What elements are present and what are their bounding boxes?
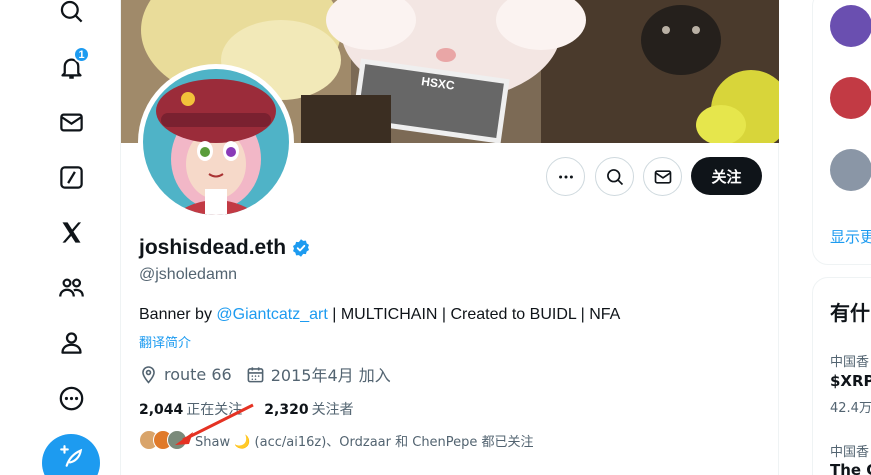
bio: Banner by @Giantcatz_art | MULTICHAIN | … [139, 306, 620, 324]
message-button[interactable] [643, 157, 682, 196]
trend-context: 中国香 [830, 445, 870, 460]
bio-suffix: | MULTICHAIN | Created to BUIDL | NFA [327, 306, 621, 323]
mail-icon [654, 169, 671, 184]
communities-nav-button[interactable] [52, 268, 90, 306]
profile-avatar[interactable] [138, 64, 294, 220]
search-profile-button[interactable] [595, 157, 634, 196]
trend-title[interactable]: $XRP [830, 372, 871, 390]
search-nav-button[interactable] [52, 0, 90, 30]
notifications-nav-button[interactable]: 1 [52, 46, 90, 86]
left-nav: 1 [0, 0, 120, 475]
followers-label: 关注者 [311, 402, 354, 418]
bio-prefix: Banner by [139, 306, 217, 323]
x-logo-icon [62, 221, 81, 243]
notification-badge: 1 [73, 46, 90, 63]
search-icon [606, 168, 623, 185]
location-pin-icon [142, 365, 155, 384]
right-sidebar: 显示更 有什 中国香 $XRP 42.4万 中国香 The C [779, 0, 871, 475]
calendar-icon [247, 366, 264, 382]
trend-context: 中国香 [830, 355, 870, 370]
joined-item: 2015年4月 加入 [246, 362, 391, 386]
more-nav-button[interactable] [52, 379, 90, 417]
mail-icon [59, 113, 83, 131]
grok-icon [59, 165, 83, 189]
x-premium-nav-button[interactable] [52, 213, 90, 251]
profile-column: HSXC 关注 joshisdead.eth @jsholedamn Banne… [120, 0, 779, 475]
follow-button[interactable]: 关注 [691, 157, 762, 195]
avatar-image [143, 69, 289, 215]
suggested-user-avatar[interactable] [830, 149, 871, 191]
joined-date: 2015年4月 加入 [270, 366, 391, 385]
display-name: joshisdead.eth [139, 236, 287, 259]
location-text: route 66 [164, 364, 232, 384]
messages-nav-button[interactable] [52, 103, 90, 141]
profile-nav-button[interactable] [52, 323, 90, 361]
more-actions-button[interactable] [546, 157, 585, 196]
translate-bio-link[interactable]: 翻译简介 [139, 332, 191, 351]
profile-meta: route 66 2015年4月 加入 [139, 362, 405, 386]
ellipsis-icon [558, 175, 573, 178]
location-item: route 66 [139, 365, 232, 384]
feather-plus-icon [60, 445, 83, 467]
suggested-user-avatar[interactable] [830, 5, 871, 47]
communities-icon [58, 278, 84, 297]
display-name-row: joshisdead.eth [139, 236, 311, 260]
trends-title: 有什 [830, 301, 870, 325]
trend-title[interactable]: The C [830, 461, 871, 475]
red-arrow-annotation [175, 403, 254, 445]
more-icon [59, 386, 83, 410]
trend-post-count: 42.4万 [830, 401, 871, 416]
suggested-user-avatar[interactable] [830, 77, 871, 119]
profile-icon [60, 331, 82, 354]
username-handle: @jsholedamn [139, 266, 238, 283]
grok-nav-button[interactable] [52, 158, 90, 196]
show-more-link[interactable]: 显示更 [830, 226, 871, 247]
verified-badge-icon[interactable] [291, 238, 311, 258]
bio-mention-link[interactable]: @Giantcatz_art [216, 306, 327, 323]
compose-post-button[interactable] [42, 434, 100, 475]
search-icon [60, 0, 82, 22]
